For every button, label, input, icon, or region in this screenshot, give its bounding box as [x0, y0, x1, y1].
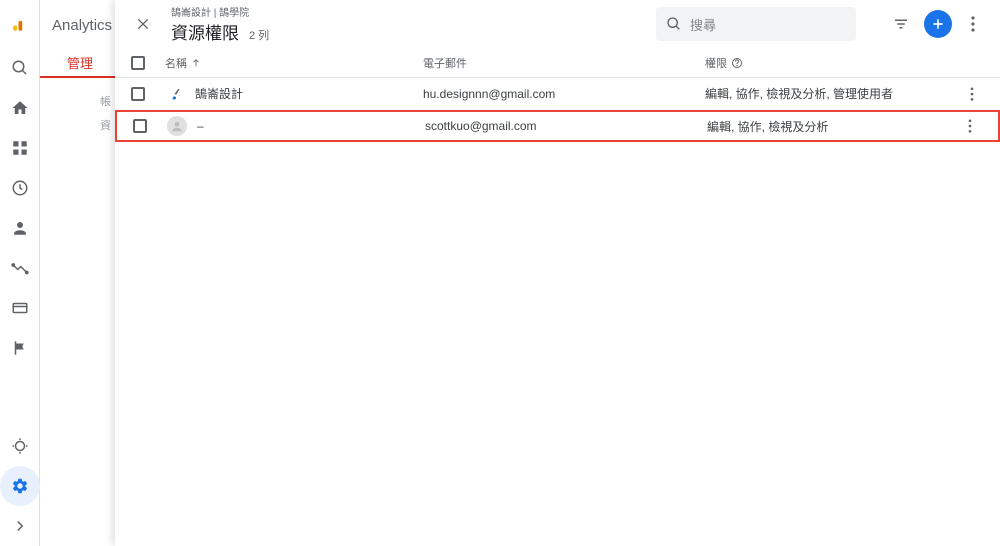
- clock-icon[interactable]: [0, 168, 40, 208]
- close-button[interactable]: [131, 12, 155, 36]
- panel-title: 資源權限: [171, 19, 239, 44]
- user-icon[interactable]: [0, 208, 40, 248]
- permissions-panel: 鵠崙設計 | 鵠學院 資源權限 2 列 搜尋 名稱: [115, 0, 1000, 546]
- row-checkbox[interactable]: [133, 119, 147, 133]
- row-name: –: [197, 119, 204, 133]
- search-placeholder: 搜尋: [690, 15, 716, 34]
- add-user-button[interactable]: [924, 10, 952, 38]
- home-icon[interactable]: [0, 88, 40, 128]
- avatar: [167, 116, 187, 136]
- header-more-button[interactable]: [966, 16, 980, 32]
- column-name[interactable]: 名稱: [165, 55, 423, 71]
- column-email[interactable]: 電子郵件: [423, 55, 705, 71]
- row-permissions: 編輯, 協作, 檢視及分析, 管理使用者: [705, 85, 960, 102]
- card-icon[interactable]: [0, 288, 40, 328]
- conversion-icon[interactable]: [0, 248, 40, 288]
- row-email: scottkuo@gmail.com: [425, 119, 707, 133]
- sort-ascending-icon: [191, 58, 201, 68]
- column-permissions[interactable]: 權限: [705, 55, 960, 71]
- table-header: 名稱 電子郵件 權限: [115, 48, 1000, 78]
- row-email: hu.designnn@gmail.com: [423, 87, 705, 101]
- analytics-logo: [0, 0, 39, 48]
- search-input[interactable]: 搜尋: [656, 7, 856, 41]
- admin-tab[interactable]: 管理: [40, 48, 120, 78]
- row-more-button[interactable]: [958, 119, 982, 133]
- row-more-button[interactable]: [960, 87, 984, 101]
- dashboard-icon[interactable]: [0, 128, 40, 168]
- flag-icon[interactable]: [0, 328, 40, 368]
- row-name: 鵠崙設計: [195, 85, 243, 102]
- search-icon: [666, 16, 682, 32]
- breadcrumb: 鵠崙設計 | 鵠學院: [171, 4, 269, 19]
- background-content: 帳 資: [100, 90, 111, 138]
- avatar: [165, 84, 185, 104]
- row-permissions: 編輯, 協作, 檢視及分析: [707, 118, 958, 135]
- left-navigation-rail: [0, 0, 40, 546]
- table-row[interactable]: – scottkuo@gmail.com 編輯, 協作, 檢視及分析: [115, 110, 1000, 142]
- help-icon: [731, 57, 743, 69]
- row-count: 2 列: [249, 27, 269, 43]
- settings-gear-icon[interactable]: [0, 466, 40, 506]
- panel-header: 鵠崙設計 | 鵠學院 資源權限 2 列 搜尋: [115, 0, 1000, 48]
- filter-button[interactable]: [892, 15, 910, 33]
- discover-icon[interactable]: [0, 426, 40, 466]
- row-checkbox[interactable]: [131, 87, 145, 101]
- collapse-icon[interactable]: [0, 506, 40, 546]
- title-block: 鵠崙設計 | 鵠學院 資源權限 2 列: [171, 4, 269, 44]
- select-all-checkbox[interactable]: [131, 56, 145, 70]
- table-row[interactable]: 鵠崙設計 hu.designnn@gmail.com 編輯, 協作, 檢視及分析…: [115, 78, 1000, 110]
- search-icon[interactable]: [0, 48, 40, 88]
